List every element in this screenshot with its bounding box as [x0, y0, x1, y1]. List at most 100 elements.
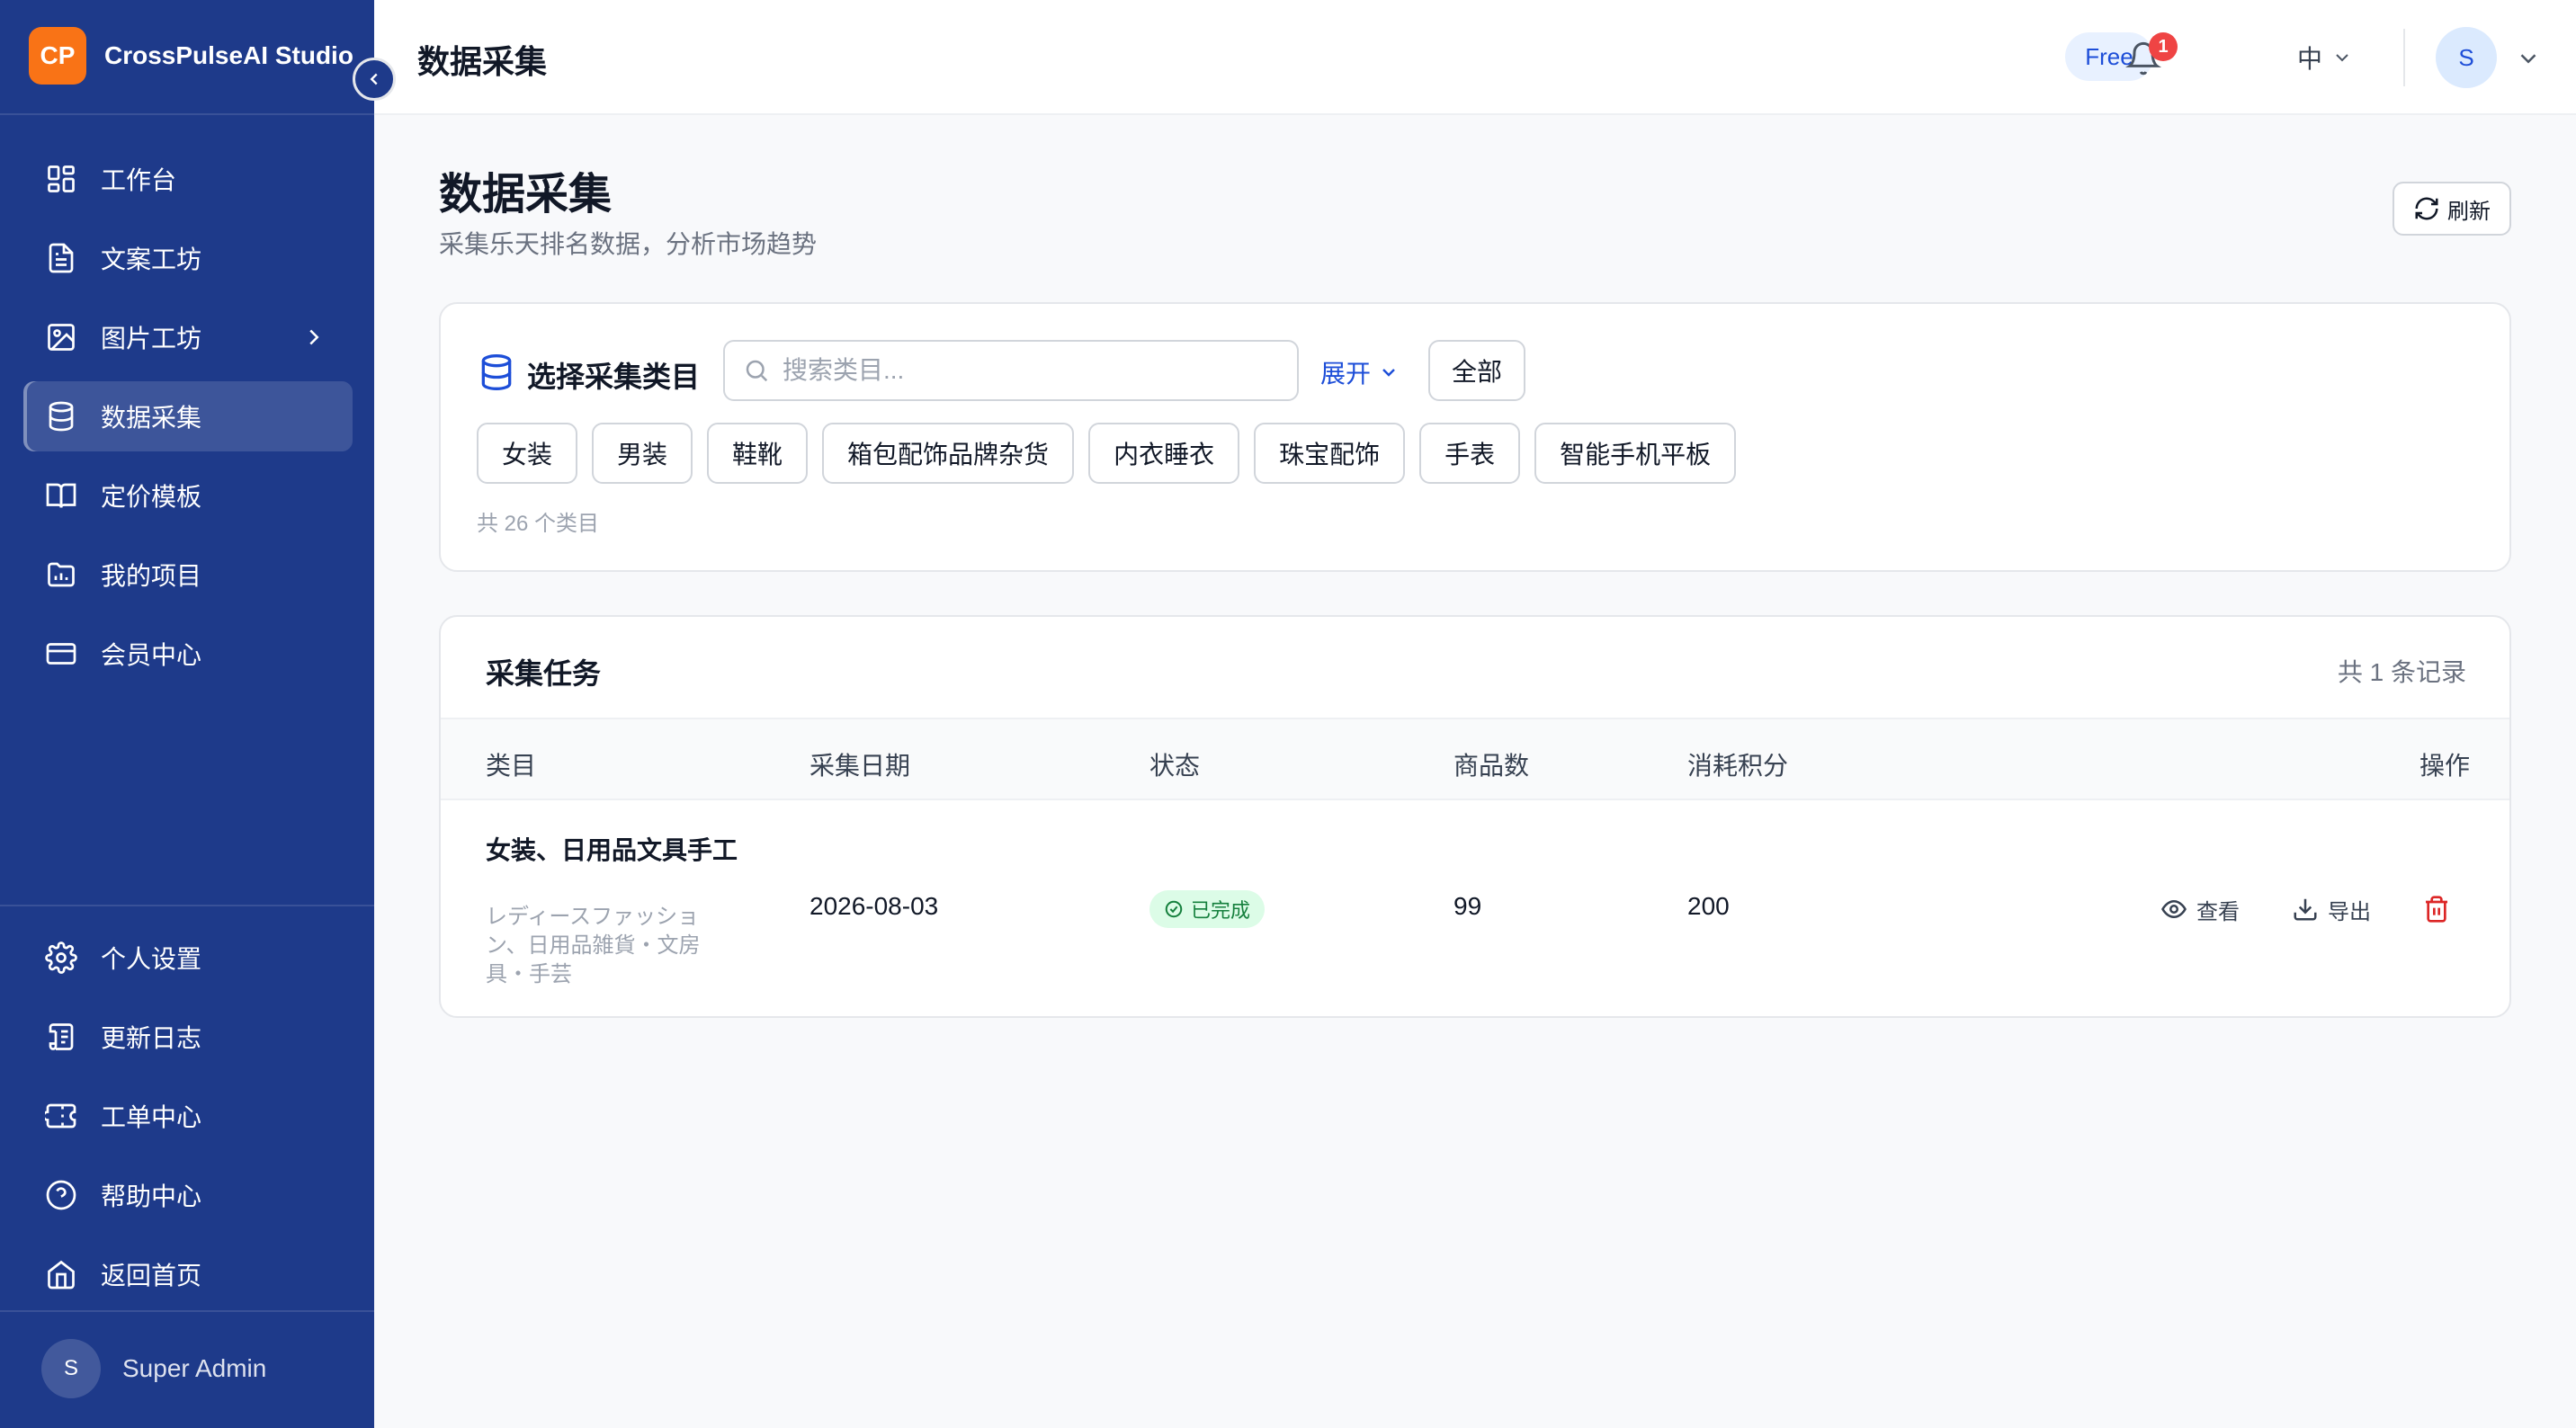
chevron-down-icon	[1382, 369, 1395, 377]
refresh-label: 刷新	[2447, 199, 2491, 224]
refresh-button[interactable]: 刷新	[2393, 182, 2511, 236]
page-subtitle: 采集乐天排名数据，分析市场趋势	[439, 230, 818, 258]
view-button[interactable]: 查看	[2160, 890, 2240, 928]
sidebar-item-label: 帮助中心	[101, 1183, 202, 1210]
category-chip[interactable]: 智能手机平板	[1534, 423, 1737, 484]
category-chip[interactable]: 内衣睡衣	[1088, 423, 1240, 484]
category-chip[interactable]: 男装	[592, 423, 693, 484]
database-icon	[43, 398, 79, 434]
category-chip[interactable]: 手表	[1419, 423, 1521, 484]
sidebar-item-label: 工单中心	[101, 1103, 202, 1131]
view-label: 查看	[2196, 899, 2240, 924]
table-row: 女装、日用品文具手工 レディースファッション、日用品雑貨・文房具・手芸 2026…	[441, 800, 2509, 1016]
user-avatar-button[interactable]: S	[2436, 27, 2497, 88]
status-badge: 已完成	[1149, 890, 1266, 928]
row-category-sub: レディースファッション、日用品雑貨・文房具・手芸	[486, 905, 701, 986]
language-switcher[interactable]: 中	[2297, 40, 2353, 76]
sidebar-item-settings[interactable]: 个人设置	[23, 923, 353, 993]
page-title: 数据采集	[439, 171, 613, 219]
category-chip[interactable]: 女装	[477, 423, 578, 484]
sidebar-divider	[0, 905, 374, 906]
folder-chart-icon	[43, 557, 79, 593]
select-all-button[interactable]: 全部	[1428, 340, 1525, 401]
sidebar-item-changelog[interactable]: 更新日志	[23, 1002, 353, 1072]
row-items: 99	[1453, 892, 1482, 920]
status-label: 已完成	[1191, 899, 1251, 922]
sidebar-item-label: 文案工坊	[101, 245, 202, 273]
notification-count-badge: 1	[2149, 32, 2178, 61]
sidebar-item-copywriting[interactable]: 文案工坊	[23, 223, 353, 293]
row-date: 2026-08-03	[809, 892, 939, 920]
brand-logo: CP	[29, 27, 86, 85]
chevron-down-icon[interactable]	[2515, 45, 2542, 72]
sidebar-item-help[interactable]: 帮助中心	[23, 1160, 353, 1230]
download-icon	[2294, 898, 2317, 921]
column-header-status: 状态	[1149, 752, 1201, 780]
column-header-category: 类目	[486, 752, 537, 780]
sidebar-collapse-button[interactable]	[353, 58, 396, 101]
document-icon	[43, 240, 79, 276]
sidebar-item-home[interactable]: 返回首页	[23, 1239, 353, 1309]
delete-button[interactable]	[2416, 888, 2457, 930]
category-search[interactable]	[723, 340, 1299, 401]
sidebar-user[interactable]: S Super Admin	[41, 1339, 266, 1398]
sidebar-item-pricing-template[interactable]: 定价模板	[23, 460, 353, 531]
user-name: Super Admin	[122, 1354, 267, 1382]
brand-name: CrossPulseAI Studio	[104, 41, 353, 69]
chevron-left-icon	[370, 73, 378, 85]
column-header-items: 商品数	[1453, 752, 1530, 780]
ticket-icon	[43, 1098, 79, 1134]
task-panel-title: 采集任务	[486, 657, 602, 690]
chevron-right-icon	[309, 329, 319, 345]
sidebar-item-label: 返回首页	[101, 1262, 202, 1290]
category-chip[interactable]: 鞋靴	[707, 423, 809, 484]
database-icon	[481, 354, 512, 390]
language-label: 中	[2297, 45, 2323, 73]
brand[interactable]: CP CrossPulseAI Studio	[29, 27, 353, 85]
column-header-date: 采集日期	[809, 752, 911, 780]
gear-icon	[43, 940, 79, 976]
sidebar-item-label: 工作台	[101, 166, 177, 194]
sidebar-item-membership[interactable]: 会员中心	[23, 619, 353, 689]
book-icon	[43, 477, 79, 513]
task-total: 共 1 条记录	[2337, 658, 2466, 686]
sidebar-item-tickets[interactable]: 工单中心	[23, 1081, 353, 1151]
table-header: 类目 采集日期 状态 商品数 消耗积分 操作	[441, 718, 2509, 800]
credit-card-icon	[43, 636, 79, 672]
category-chips: 女装 男装 鞋靴 箱包配饰品牌杂货 内衣睡衣 珠宝配饰 手表 智能手机平板	[477, 423, 1737, 484]
eye-icon	[2161, 899, 2187, 919]
sidebar-item-data-collection[interactable]: 数据采集	[23, 381, 353, 451]
sidebar-item-label: 图片工坊	[101, 325, 202, 353]
export-button[interactable]: 导出	[2292, 890, 2371, 928]
column-header-actions: 操作	[2419, 752, 2470, 780]
sidebar-divider	[0, 1310, 374, 1312]
sidebar-item-label: 更新日志	[101, 1024, 202, 1052]
home-icon	[43, 1256, 79, 1292]
check-circle-icon	[1165, 900, 1183, 918]
trash-icon	[2426, 896, 2447, 923]
expand-button[interactable]: 展开	[1320, 354, 1400, 390]
sidebar-item-my-projects[interactable]: 我的项目	[23, 540, 353, 610]
category-chip[interactable]: 珠宝配饰	[1254, 423, 1406, 484]
task-panel: 采集任务 共 1 条记录 类目 采集日期 状态 商品数 消耗积分 操作 女装、日…	[439, 615, 2511, 1018]
category-panel: 选择采集类目 展开 全部 女装 男装 鞋靴 箱包配饰品牌杂货 内衣睡衣 珠宝配饰…	[439, 302, 2511, 572]
topbar-title: 数据采集	[417, 43, 548, 80]
sidebar: CP CrossPulseAI Studio 工作台 文案工坊 图片工坊 数据采…	[0, 0, 374, 1428]
image-icon	[43, 319, 79, 355]
sidebar-item-label: 我的项目	[101, 562, 202, 590]
category-chip[interactable]: 箱包配饰品牌杂货	[822, 423, 1075, 484]
chevron-down-icon	[2336, 54, 2348, 62]
topbar: 数据采集 Free 1 中 S	[374, 0, 2576, 115]
search-icon	[746, 360, 768, 382]
search-input[interactable]	[783, 356, 1286, 385]
sidebar-item-label: 个人设置	[101, 945, 202, 973]
category-panel-title: 选择采集类目	[527, 361, 701, 393]
sidebar-item-dashboard[interactable]: 工作台	[23, 144, 353, 214]
sidebar-divider	[0, 113, 374, 115]
sidebar-item-label: 会员中心	[101, 641, 202, 669]
row-category: 女装、日用品文具手工	[486, 836, 738, 864]
column-header-points: 消耗积分	[1687, 752, 1789, 780]
sidebar-item-label: 定价模板	[101, 483, 202, 511]
help-icon	[43, 1177, 79, 1213]
sidebar-item-image-studio[interactable]: 图片工坊	[23, 302, 353, 372]
